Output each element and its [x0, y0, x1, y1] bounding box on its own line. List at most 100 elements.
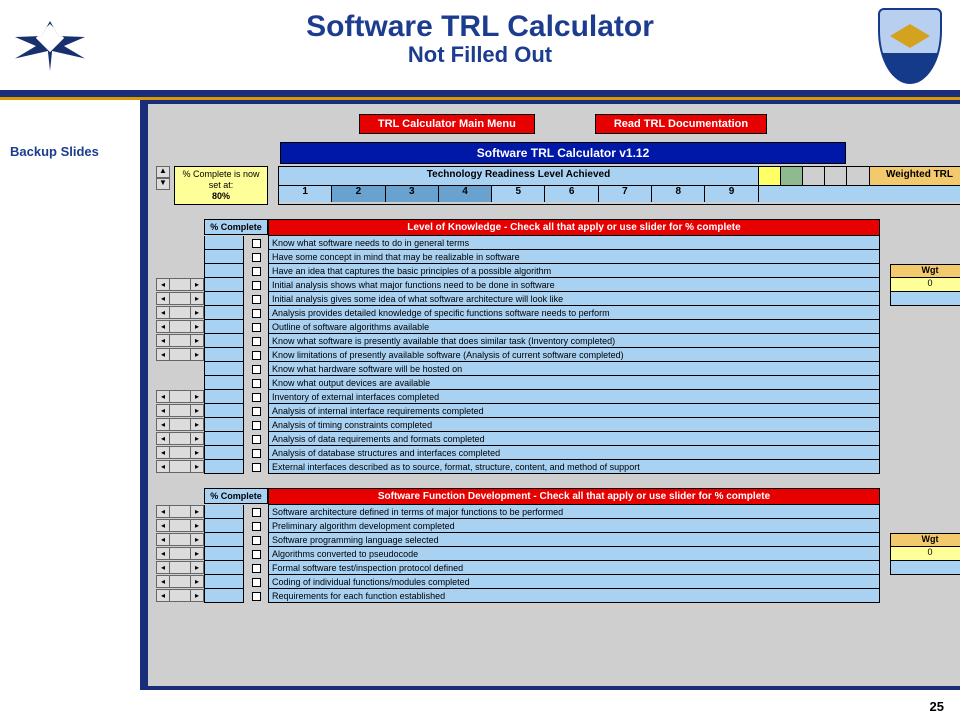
pct-cell[interactable]	[204, 404, 244, 418]
slider-track[interactable]	[170, 446, 190, 459]
slider-track[interactable]	[170, 589, 190, 602]
question-checkbox[interactable]	[252, 536, 261, 545]
trl-cell[interactable]: 1	[279, 186, 332, 202]
slider-left-icon[interactable]: ◂	[156, 292, 170, 305]
slider-right-icon[interactable]: ▸	[190, 460, 204, 473]
slider-left-icon[interactable]: ◂	[156, 404, 170, 417]
slider-right-icon[interactable]: ▸	[190, 446, 204, 459]
slider-left-icon[interactable]: ◂	[156, 547, 170, 560]
slider-right-icon[interactable]: ▸	[190, 432, 204, 445]
slider-track[interactable]	[170, 460, 190, 473]
slider-track[interactable]	[170, 505, 190, 518]
trl-cell[interactable]: 9	[705, 186, 758, 202]
pct-cell[interactable]	[204, 460, 244, 474]
trl-cell[interactable]: 3	[386, 186, 439, 202]
slider-left-icon[interactable]: ◂	[156, 575, 170, 588]
slider-left-icon[interactable]: ◂	[156, 418, 170, 431]
slider-left-icon[interactable]: ◂	[156, 460, 170, 473]
wgt-value[interactable]: 0	[890, 278, 960, 292]
stepper-down-icon[interactable]: ▼	[156, 178, 170, 190]
question-checkbox[interactable]	[252, 508, 261, 517]
slider-right-icon[interactable]: ▸	[190, 519, 204, 532]
question-checkbox[interactable]	[252, 295, 261, 304]
slider-right-icon[interactable]: ▸	[190, 390, 204, 403]
slider-left-icon[interactable]: ◂	[156, 432, 170, 445]
question-checkbox[interactable]	[252, 407, 261, 416]
slider-right-icon[interactable]: ▸	[190, 547, 204, 560]
pct-cell[interactable]	[204, 547, 244, 561]
pct-cell[interactable]	[204, 236, 244, 250]
slider-track[interactable]	[170, 432, 190, 445]
question-checkbox[interactable]	[252, 421, 261, 430]
slider-left-icon[interactable]: ◂	[156, 306, 170, 319]
slider-right-icon[interactable]: ▸	[190, 404, 204, 417]
slider-left-icon[interactable]: ◂	[156, 589, 170, 602]
question-checkbox[interactable]	[252, 337, 261, 346]
pct-cell[interactable]	[204, 250, 244, 264]
slider-left-icon[interactable]: ◂	[156, 348, 170, 361]
slider-track[interactable]	[170, 418, 190, 431]
question-checkbox[interactable]	[252, 550, 261, 559]
slider-left-icon[interactable]: ◂	[156, 519, 170, 532]
pct-cell[interactable]	[204, 418, 244, 432]
slider-track[interactable]	[170, 519, 190, 532]
slider-right-icon[interactable]: ▸	[190, 306, 204, 319]
question-checkbox[interactable]	[252, 393, 261, 402]
slider-left-icon[interactable]: ◂	[156, 533, 170, 546]
pct-cell[interactable]	[204, 446, 244, 460]
slider-right-icon[interactable]: ▸	[190, 320, 204, 333]
slider-track[interactable]	[170, 348, 190, 361]
slider-track[interactable]	[170, 334, 190, 347]
trl-cell[interactable]: 2	[332, 186, 385, 202]
slider-track[interactable]	[170, 292, 190, 305]
main-menu-button[interactable]: TRL Calculator Main Menu	[359, 114, 535, 134]
slider-left-icon[interactable]: ◂	[156, 390, 170, 403]
question-checkbox[interactable]	[252, 239, 261, 248]
slider-right-icon[interactable]: ▸	[190, 278, 204, 291]
question-checkbox[interactable]	[252, 379, 261, 388]
slider-left-icon[interactable]: ◂	[156, 278, 170, 291]
pct-cell[interactable]	[204, 561, 244, 575]
slider-right-icon[interactable]: ▸	[190, 561, 204, 574]
pct-cell[interactable]	[204, 320, 244, 334]
slider-left-icon[interactable]: ◂	[156, 334, 170, 347]
pct-cell[interactable]	[204, 376, 244, 390]
pct-cell[interactable]	[204, 432, 244, 446]
pct-cell[interactable]	[204, 306, 244, 320]
pct-cell[interactable]	[204, 264, 244, 278]
slider-right-icon[interactable]: ▸	[190, 418, 204, 431]
slider-track[interactable]	[170, 306, 190, 319]
slider-track[interactable]	[170, 278, 190, 291]
slider-track[interactable]	[170, 390, 190, 403]
question-checkbox[interactable]	[252, 267, 261, 276]
slider-right-icon[interactable]: ▸	[190, 334, 204, 347]
slider-right-icon[interactable]: ▸	[190, 575, 204, 588]
trl-cell[interactable]: 4	[439, 186, 492, 202]
slider-track[interactable]	[170, 404, 190, 417]
slider-left-icon[interactable]: ◂	[156, 505, 170, 518]
read-docs-button[interactable]: Read TRL Documentation	[595, 114, 767, 134]
question-checkbox[interactable]	[252, 351, 261, 360]
slider-left-icon[interactable]: ◂	[156, 320, 170, 333]
trl-cell[interactable]: 5	[492, 186, 545, 202]
slider-track[interactable]	[170, 561, 190, 574]
question-checkbox[interactable]	[252, 281, 261, 290]
pct-cell[interactable]	[204, 292, 244, 306]
trl-cell[interactable]: 7	[599, 186, 652, 202]
slider-left-icon[interactable]: ◂	[156, 446, 170, 459]
question-checkbox[interactable]	[252, 592, 261, 601]
slider-left-icon[interactable]: ◂	[156, 561, 170, 574]
slider-track[interactable]	[170, 320, 190, 333]
wgt-value[interactable]: 0	[890, 547, 960, 561]
pct-cell[interactable]	[204, 575, 244, 589]
question-checkbox[interactable]	[252, 309, 261, 318]
question-checkbox[interactable]	[252, 564, 261, 573]
slider-right-icon[interactable]: ▸	[190, 589, 204, 602]
pct-cell[interactable]	[204, 390, 244, 404]
pct-cell[interactable]	[204, 278, 244, 292]
stepper-up-icon[interactable]: ▲	[156, 166, 170, 178]
pct-cell[interactable]	[204, 505, 244, 519]
question-checkbox[interactable]	[252, 253, 261, 262]
slider-right-icon[interactable]: ▸	[190, 533, 204, 546]
slider-track[interactable]	[170, 575, 190, 588]
